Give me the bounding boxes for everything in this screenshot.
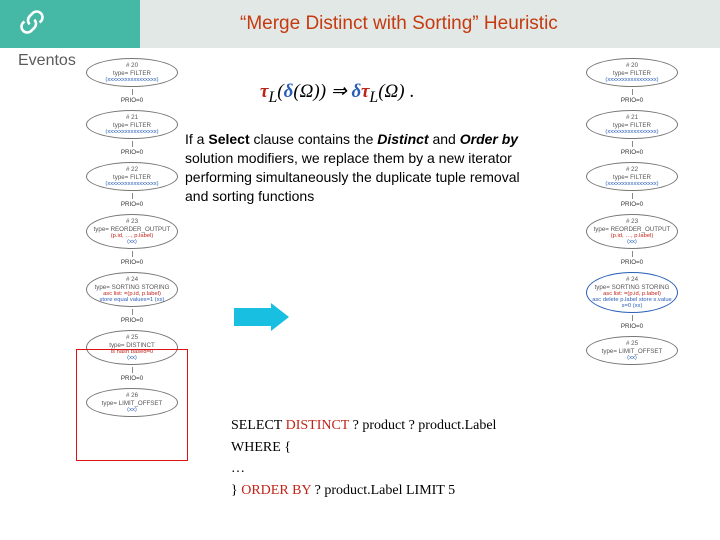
node-filter: # 20type= FILTER(xxxxxxxxxxxxxxxxx): [586, 58, 678, 87]
code-line: …: [231, 458, 496, 480]
header: “Merge Distinct with Sorting” Heuristic: [0, 0, 720, 48]
formula: τL(δ(Ω)) ⇒ δτL(Ω) .: [260, 80, 414, 107]
node-filter: # 21type= FILTER(xxxxxxxxxxxxxxxxx): [86, 110, 178, 139]
pipeline-before: # 20type= FILTER(xxxxxxxxxxxxxxxxx) PRIO…: [72, 58, 192, 419]
header-accent: [0, 0, 140, 48]
node-filter: # 22type= FILTER(xxxxxxxxxxxxxxxxx): [586, 162, 678, 191]
node-distinct: # 25type= DISTINCTis hash based=0(xx): [86, 330, 178, 365]
code-line: } ORDER BY ? product.Label LIMIT 5: [231, 480, 496, 502]
pipeline-after: # 20type= FILTER(xxxxxxxxxxxxxxxxx) PRIO…: [572, 58, 692, 367]
arrow-icon: [234, 303, 289, 331]
slide: “Merge Distinct with Sorting” Heuristic …: [0, 0, 720, 540]
link-icon: [18, 8, 46, 41]
node-reorder: # 23type= REORDER_OUTPUT(p.id, …, p.labe…: [586, 214, 678, 249]
sparql-code: SELECT DISTINCT ? product ? product.Labe…: [231, 415, 496, 502]
description-paragraph: If a Select clause contains the Distinct…: [185, 130, 530, 206]
node-reorder: # 23type= REORDER_OUTPUT(p.id, …, p.labe…: [86, 214, 178, 249]
node-filter: # 22type= FILTER(xxxxxxxxxxxxxxxxx): [86, 162, 178, 191]
node-limit: # 26type= LIMIT_OFFSET(xx): [86, 388, 178, 417]
code-line: SELECT DISTINCT ? product ? product.Labe…: [231, 415, 496, 437]
header-bar: “Merge Distinct with Sorting” Heuristic: [140, 0, 720, 48]
node-sorting-merged: # 24type= SORTING STORINGasc list: =(p.i…: [586, 272, 678, 313]
node-limit: # 25type= LIMIT_OFFSET(xx): [586, 336, 678, 365]
code-line: WHERE {: [231, 437, 496, 459]
node-filter: # 21type= FILTER(xxxxxxxxxxxxxxxxx): [586, 110, 678, 139]
node-sorting: # 24type= SORTING STORINGasc list: =(p.i…: [86, 272, 178, 307]
slide-title: “Merge Distinct with Sorting” Heuristic: [240, 13, 558, 35]
node-filter: # 20type= FILTER(xxxxxxxxxxxxxxxxx): [86, 58, 178, 87]
section-label: Eventos: [18, 52, 76, 70]
